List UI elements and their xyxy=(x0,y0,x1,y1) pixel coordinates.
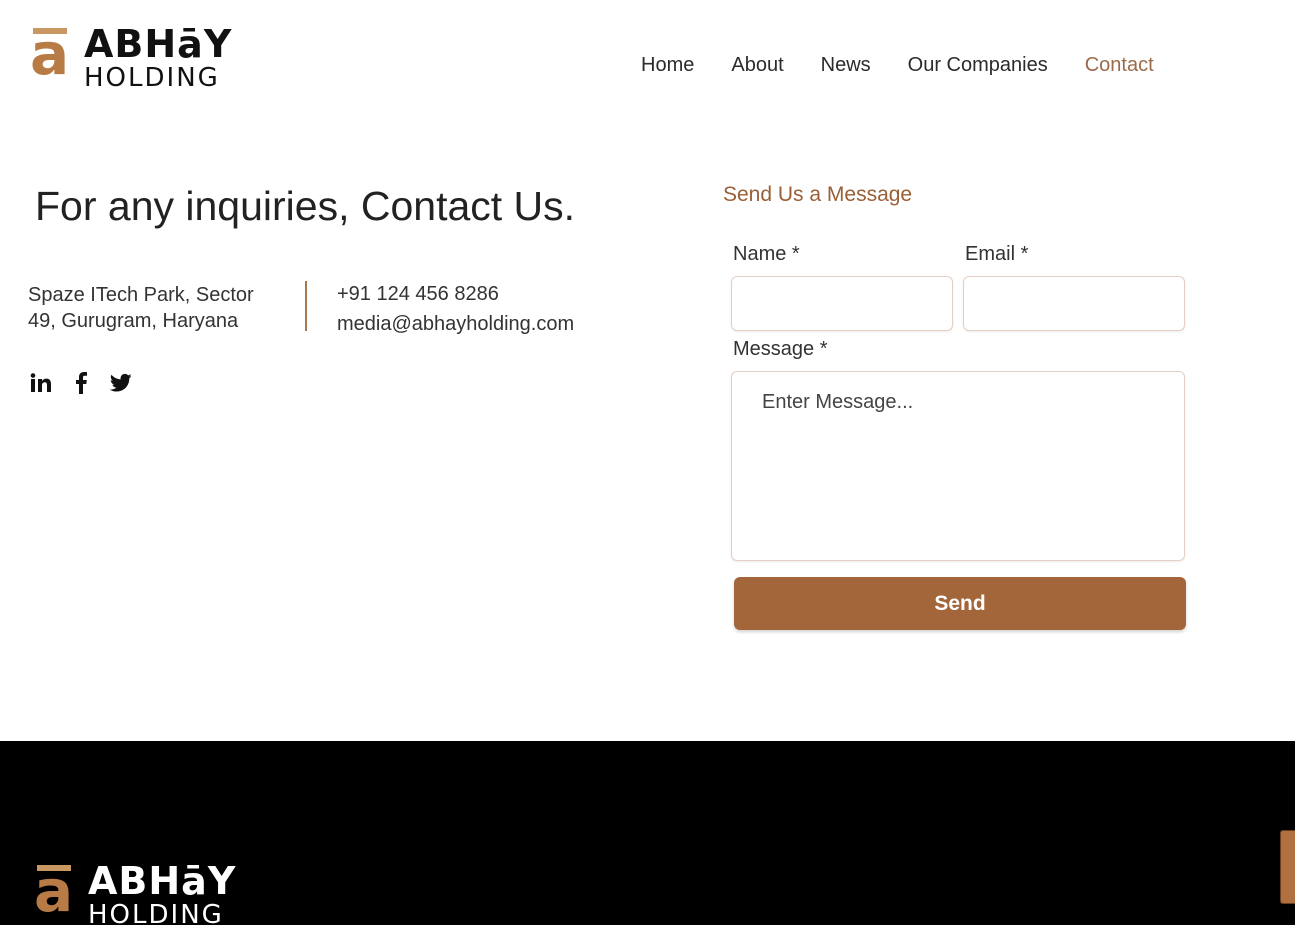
brand-logo[interactable]: a ABHāY HOLDING xyxy=(30,20,233,93)
message-label: Message * xyxy=(733,338,828,360)
social-links xyxy=(30,372,132,394)
linkedin-icon[interactable] xyxy=(30,372,52,394)
email-label: Email * xyxy=(965,243,1029,265)
email-address[interactable]: media@abhayholding.com xyxy=(337,313,574,336)
footer-logo-name-top: ABHāY xyxy=(88,859,237,903)
name-input[interactable] xyxy=(731,276,953,331)
nav-contact[interactable]: Contact xyxy=(1085,52,1154,78)
send-button[interactable]: Send xyxy=(734,577,1186,630)
nav-news[interactable]: News xyxy=(821,52,871,78)
phone-number[interactable]: +91 124 456 8286 xyxy=(337,283,499,306)
twitter-icon[interactable] xyxy=(110,372,132,394)
logo-mark: a xyxy=(30,20,70,88)
footer-logo-mark: a xyxy=(34,857,74,925)
email-input[interactable] xyxy=(963,276,1185,331)
facebook-icon[interactable] xyxy=(70,372,92,394)
main-nav: Home About News Our Companies Contact xyxy=(641,52,1154,78)
address-text: Spaze ITech Park, Sector 49, Gurugram, H… xyxy=(28,284,254,332)
footer-logo[interactable]: a ABHāY HOLDING xyxy=(34,857,237,925)
nav-home[interactable]: Home xyxy=(641,52,694,78)
footer: a ABHāY HOLDING xyxy=(0,741,1295,925)
logo-name-top: ABHāY xyxy=(84,22,233,66)
form-title: Send Us a Message xyxy=(723,183,913,206)
message-textarea[interactable] xyxy=(731,371,1185,561)
nav-our-companies[interactable]: Our Companies xyxy=(908,52,1048,78)
nav-about[interactable]: About xyxy=(731,52,783,78)
logo-name-bottom: HOLDING xyxy=(84,63,220,93)
name-label: Name * xyxy=(733,243,800,265)
info-divider xyxy=(305,281,307,331)
footer-logo-name-bottom: HOLDING xyxy=(88,900,224,925)
page-headline: For any inquiries, Contact Us. xyxy=(35,183,576,229)
side-tab-handle[interactable] xyxy=(1280,830,1295,904)
